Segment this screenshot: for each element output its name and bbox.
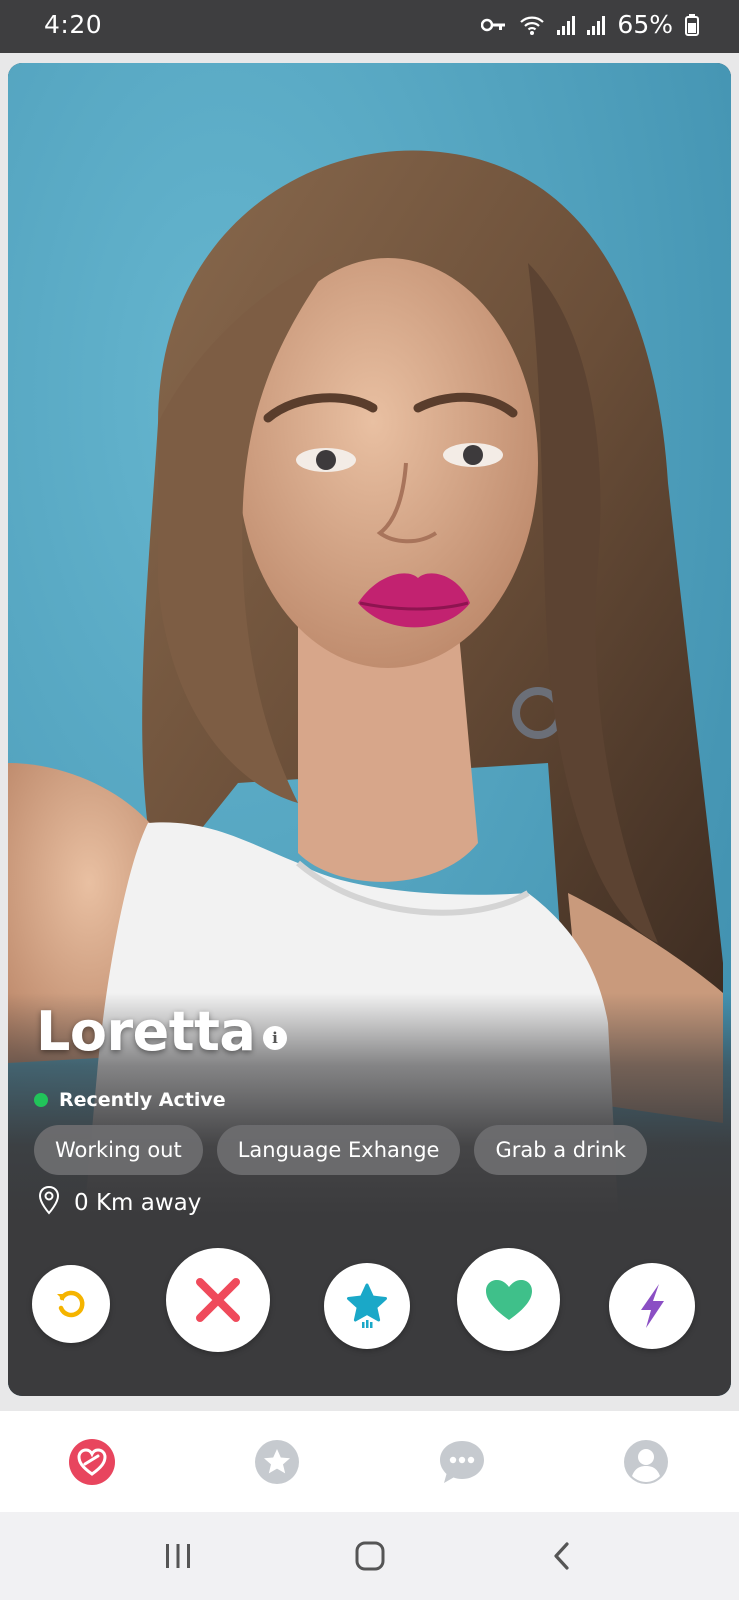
home-button[interactable]	[350, 1538, 390, 1574]
like-button[interactable]	[457, 1248, 560, 1351]
interest-chip: Working out	[34, 1125, 203, 1175]
nope-button[interactable]	[166, 1248, 270, 1352]
interest-chips: Working out Language Exhange Grab a drin…	[34, 1125, 648, 1175]
recent-apps-icon	[166, 1544, 190, 1568]
chat-bubble-icon	[440, 1441, 484, 1483]
heart-icon	[485, 1279, 532, 1320]
rewind-icon	[57, 1290, 85, 1318]
signal-icon	[587, 15, 606, 35]
bottom-nav	[0, 1411, 739, 1512]
back-icon	[554, 1542, 569, 1570]
status-bar: 4:20 65%	[0, 0, 739, 53]
star-icon	[255, 1440, 299, 1484]
recent-apps-button[interactable]	[158, 1538, 198, 1574]
card-area: Loretta i Recently Active Working out La…	[0, 53, 739, 1411]
interest-chip: Grab a drink	[474, 1125, 648, 1175]
boost-button[interactable]	[609, 1263, 695, 1349]
nav-profile[interactable]	[622, 1438, 670, 1486]
activity-status-text: Recently Active	[59, 1089, 226, 1111]
distance-row: 0 Km away	[38, 1185, 201, 1221]
home-icon	[355, 1541, 385, 1571]
profile-name: Loretta	[36, 1000, 256, 1063]
signal-icon	[557, 15, 576, 35]
back-button[interactable]	[542, 1538, 582, 1574]
profile-icon	[624, 1440, 668, 1484]
nav-messages[interactable]	[438, 1438, 486, 1486]
nav-discover[interactable]	[68, 1438, 116, 1486]
battery-icon	[685, 13, 699, 36]
battery-percent: 65%	[617, 10, 673, 39]
flame-heart-icon	[69, 1439, 115, 1485]
distance-text: 0 Km away	[74, 1190, 202, 1216]
nav-top-picks[interactable]	[253, 1438, 301, 1486]
status-icons: 65%	[481, 10, 699, 39]
status-time: 4:20	[44, 10, 103, 39]
rewind-button[interactable]	[32, 1265, 110, 1343]
location-pin-icon	[38, 1185, 60, 1221]
wifi-icon	[519, 14, 545, 36]
action-bar	[8, 1248, 731, 1358]
close-x-icon	[196, 1278, 240, 1322]
profile-card[interactable]: Loretta i Recently Active Working out La…	[8, 63, 731, 1396]
star-icon	[347, 1283, 387, 1328]
lightning-icon	[641, 1284, 664, 1328]
active-dot-icon	[34, 1093, 48, 1107]
system-nav-bar	[0, 1512, 739, 1600]
interest-chip: Language Exhange	[216, 1125, 461, 1175]
super-like-button[interactable]	[324, 1263, 410, 1349]
vpn-key-icon	[481, 17, 507, 33]
activity-status: Recently Active	[34, 1089, 226, 1111]
info-icon[interactable]: i	[263, 1026, 287, 1050]
